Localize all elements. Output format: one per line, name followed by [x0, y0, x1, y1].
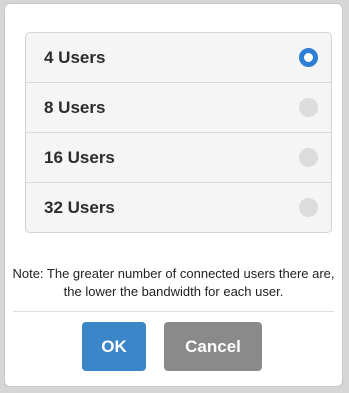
cancel-button[interactable]: Cancel	[164, 322, 262, 371]
radio-unselected-icon[interactable]	[299, 198, 318, 217]
option-8-users[interactable]: 8 Users	[26, 83, 331, 133]
radio-unselected-icon[interactable]	[299, 98, 318, 117]
option-4-users[interactable]: 4 Users	[26, 33, 331, 83]
option-label: 16 Users	[44, 147, 115, 167]
option-label: 4 Users	[44, 47, 106, 67]
user-count-dialog: 4 Users 8 Users 16 Users 32 Users Note: …	[4, 3, 343, 387]
option-16-users[interactable]: 16 Users	[26, 133, 331, 183]
option-label: 8 Users	[44, 97, 106, 117]
radio-unselected-icon[interactable]	[299, 148, 318, 167]
ok-button[interactable]: OK	[82, 322, 146, 371]
bandwidth-note: Note: The greater number of connected us…	[12, 266, 335, 299]
divider	[13, 311, 334, 312]
radio-selected-icon[interactable]	[299, 48, 318, 67]
user-count-options: 4 Users 8 Users 16 Users 32 Users	[25, 32, 332, 233]
option-32-users[interactable]: 32 Users	[26, 183, 331, 232]
option-label: 32 Users	[44, 197, 115, 217]
